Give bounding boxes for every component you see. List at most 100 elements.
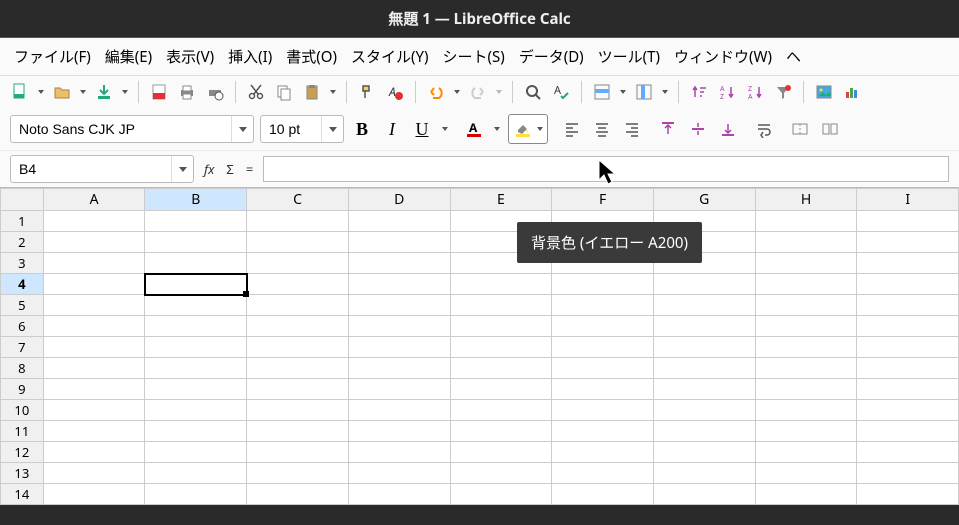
- align-right-button[interactable]: [620, 117, 644, 141]
- align-left-button[interactable]: [560, 117, 584, 141]
- print-preview-button[interactable]: [203, 80, 227, 104]
- cell-B6[interactable]: [145, 316, 247, 337]
- cell-D9[interactable]: [348, 379, 450, 400]
- cell-B3[interactable]: [145, 253, 247, 274]
- row-header-7[interactable]: 7: [1, 337, 44, 358]
- cell-D8[interactable]: [348, 358, 450, 379]
- column-dropdown[interactable]: [660, 90, 670, 94]
- row-header-1[interactable]: 1: [1, 211, 44, 232]
- cell-C4[interactable]: [247, 274, 349, 295]
- menu-tools[interactable]: ツール(T): [594, 44, 664, 69]
- row-header-10[interactable]: 10: [1, 400, 44, 421]
- row-header-9[interactable]: 9: [1, 379, 44, 400]
- row-header-14[interactable]: 14: [1, 484, 44, 505]
- cell-H7[interactable]: [755, 337, 857, 358]
- column-header-A[interactable]: A: [43, 189, 145, 211]
- menu-insert[interactable]: 挿入(I): [224, 44, 276, 69]
- autofilter-button[interactable]: ZA: [743, 80, 767, 104]
- cell-E4[interactable]: [450, 274, 552, 295]
- save-dropdown[interactable]: [120, 90, 130, 94]
- cell-F6[interactable]: [552, 316, 654, 337]
- cell-reference-input[interactable]: [11, 161, 171, 177]
- cell-H14[interactable]: [755, 484, 857, 505]
- cell-A13[interactable]: [43, 463, 145, 484]
- undo-button[interactable]: [424, 80, 448, 104]
- cell-F12[interactable]: [552, 442, 654, 463]
- cell-D14[interactable]: [348, 484, 450, 505]
- select-all-corner[interactable]: [1, 189, 44, 211]
- cell-H2[interactable]: [755, 232, 857, 253]
- cell-I3[interactable]: [857, 253, 959, 274]
- cell-E6[interactable]: [450, 316, 552, 337]
- font-name-dropdown[interactable]: [231, 116, 253, 142]
- cell-B10[interactable]: [145, 400, 247, 421]
- cell-B2[interactable]: [145, 232, 247, 253]
- open-dropdown[interactable]: [78, 90, 88, 94]
- cell-D7[interactable]: [348, 337, 450, 358]
- bold-button[interactable]: B: [350, 117, 374, 141]
- cell-I11[interactable]: [857, 421, 959, 442]
- background-color-button[interactable]: [508, 114, 548, 144]
- cell-I4[interactable]: [857, 274, 959, 295]
- image-button[interactable]: [812, 80, 836, 104]
- sort-asc-button[interactable]: [687, 80, 711, 104]
- cell-A8[interactable]: [43, 358, 145, 379]
- cell-F13[interactable]: [552, 463, 654, 484]
- cell-E9[interactable]: [450, 379, 552, 400]
- cell-A12[interactable]: [43, 442, 145, 463]
- cell-I8[interactable]: [857, 358, 959, 379]
- cell-G14[interactable]: [653, 484, 755, 505]
- menu-file[interactable]: ファイル(F): [10, 44, 95, 69]
- cell-E5[interactable]: [450, 295, 552, 316]
- cell-C10[interactable]: [247, 400, 349, 421]
- row-header-6[interactable]: 6: [1, 316, 44, 337]
- column-header-D[interactable]: D: [348, 189, 450, 211]
- background-color-dropdown[interactable]: [535, 127, 545, 131]
- cell-C14[interactable]: [247, 484, 349, 505]
- wrap-text-button[interactable]: [752, 117, 776, 141]
- cell-C7[interactable]: [247, 337, 349, 358]
- menu-data[interactable]: データ(D): [515, 44, 588, 69]
- cell-I6[interactable]: [857, 316, 959, 337]
- cell-B1[interactable]: [145, 211, 247, 232]
- cell-H9[interactable]: [755, 379, 857, 400]
- cell-E8[interactable]: [450, 358, 552, 379]
- row-header-4[interactable]: 4: [1, 274, 44, 295]
- row-header-2[interactable]: 2: [1, 232, 44, 253]
- cell-I9[interactable]: [857, 379, 959, 400]
- cell-reference-dropdown[interactable]: [171, 156, 193, 182]
- cell-C1[interactable]: [247, 211, 349, 232]
- menu-view[interactable]: 表示(V): [162, 44, 218, 69]
- cell-C11[interactable]: [247, 421, 349, 442]
- column-header-I[interactable]: I: [857, 189, 959, 211]
- cell-H10[interactable]: [755, 400, 857, 421]
- cell-G11[interactable]: [653, 421, 755, 442]
- cell-I7[interactable]: [857, 337, 959, 358]
- cell-D2[interactable]: [348, 232, 450, 253]
- chart-button[interactable]: [840, 80, 864, 104]
- cell-D10[interactable]: [348, 400, 450, 421]
- new-doc-dropdown[interactable]: [36, 90, 46, 94]
- column-header-G[interactable]: G: [653, 189, 755, 211]
- cell-I2[interactable]: [857, 232, 959, 253]
- cell-H13[interactable]: [755, 463, 857, 484]
- cell-G4[interactable]: [653, 274, 755, 295]
- cell-G13[interactable]: [653, 463, 755, 484]
- cell-G7[interactable]: [653, 337, 755, 358]
- cell-E13[interactable]: [450, 463, 552, 484]
- cell-F5[interactable]: [552, 295, 654, 316]
- formula-icon[interactable]: =: [244, 160, 255, 178]
- cell-I14[interactable]: [857, 484, 959, 505]
- menu-format[interactable]: 書式(O): [282, 44, 341, 69]
- cell-H1[interactable]: [755, 211, 857, 232]
- export-pdf-button[interactable]: [147, 80, 171, 104]
- column-header-C[interactable]: C: [247, 189, 349, 211]
- sort-desc-button[interactable]: AZ: [715, 80, 739, 104]
- cell-A6[interactable]: [43, 316, 145, 337]
- row-button[interactable]: [590, 80, 614, 104]
- cell-G9[interactable]: [653, 379, 755, 400]
- cell-B14[interactable]: [145, 484, 247, 505]
- cell-D6[interactable]: [348, 316, 450, 337]
- row-header-12[interactable]: 12: [1, 442, 44, 463]
- cell-C5[interactable]: [247, 295, 349, 316]
